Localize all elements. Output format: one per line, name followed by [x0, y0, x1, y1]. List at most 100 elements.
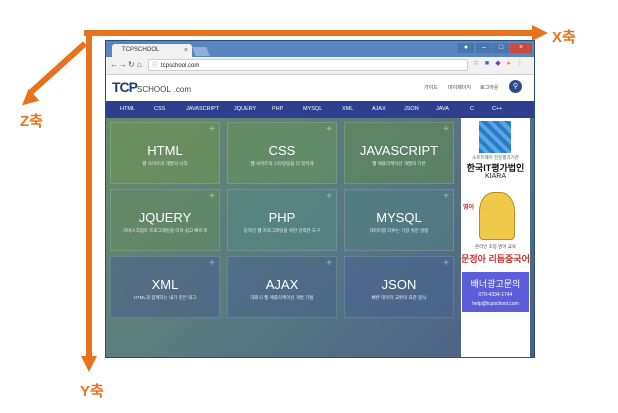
top-link-logout[interactable]: 로그아웃 — [480, 84, 498, 91]
address-bar: ← → ↻ ⌂ ⓘ tcpschool.com ☆ ■ ◆ ▸ ⋮ — [106, 57, 534, 75]
ad-kiara-graphic — [479, 121, 511, 153]
title-bar: TCPSCHOOL × ● – □ × — [106, 41, 534, 57]
tile-title: JAVASCRIPT — [359, 143, 439, 158]
menu-item-jquery[interactable]: JQUERY — [234, 101, 256, 118]
content-area: + HTML 웹 사이트의 개발의 시작 + CSS 웹 사이트의 스타일링을 … — [106, 118, 534, 357]
top-link-mypage[interactable]: 마이페이지 — [448, 84, 471, 91]
extension-icon[interactable]: ■ — [483, 60, 491, 68]
tile-mysql[interactable]: + MYSQL 데이터를 다루는 가장 쉬운 방법 — [344, 189, 454, 251]
ad-chinese-small-text: 온라인 초등 영어 교육 — [474, 244, 516, 249]
back-icon[interactable]: ← — [110, 60, 118, 70]
url-input[interactable]: ⓘ tcpschool.com — [148, 59, 468, 71]
tab-close-icon[interactable]: × — [184, 44, 188, 57]
page-info-icon[interactable]: ⓘ — [152, 60, 158, 72]
menu-item-xml[interactable]: XML — [342, 101, 353, 118]
minimize-button[interactable]: – — [476, 43, 492, 53]
tile-xml[interactable]: + XML HTML과 함께하는 내가 만든 태그 — [110, 256, 220, 318]
tile-plus-icon: + — [326, 258, 332, 269]
ad-sidebar: 소프트웨어 전문평가기관 한국IT평가법인 KIARA 영어 온라인 초등 영어… — [461, 118, 530, 357]
home-icon[interactable]: ⌂ — [137, 60, 142, 70]
forward-icon[interactable]: → — [119, 60, 127, 70]
main-menu: HTML CSS JAVASCRIPT JQUERY PHP MYSQL XML… — [106, 101, 534, 118]
tile-desc: 동적인 웹 프로그래밍을 위한 강력한 도구 — [243, 228, 321, 233]
ad-banner-chinese[interactable]: 영어 온라인 초등 영어 교육 문정아 리듬중국어 — [461, 186, 530, 271]
tile-desc: HTML과 함께하는 내가 만든 태그 — [133, 295, 197, 300]
menu-item-javascript[interactable]: JAVASCRIPT — [186, 101, 219, 118]
x-axis-arrow-head — [532, 25, 548, 41]
z-axis-arrow-head — [16, 88, 40, 112]
extension-icon-3[interactable]: ▸ — [505, 60, 513, 68]
ad-inquiry-email: help@tcpschool.com — [472, 301, 519, 307]
bookmark-star-icon[interactable]: ☆ — [472, 60, 480, 68]
close-button[interactable]: × — [510, 43, 532, 53]
x-axis-arrow-line — [84, 30, 536, 36]
tile-title: CSS — [268, 143, 296, 158]
tile-plus-icon: + — [326, 124, 332, 135]
menu-item-java[interactable]: JAVA — [436, 101, 449, 118]
tile-plus-icon: + — [443, 124, 449, 135]
tile-jquery[interactable]: + JQUERY 자바스크립트 프로그래밍을 더욱 쉽고 빠르게 — [110, 189, 220, 251]
tile-plus-icon: + — [209, 124, 215, 135]
logo-main: TCP — [112, 79, 138, 95]
tile-html[interactable]: + HTML 웹 사이트의 개발의 시작 — [110, 122, 220, 184]
y-axis-arrow-line — [86, 30, 92, 360]
y-axis-arrow-head — [81, 356, 97, 372]
menu-item-mysql[interactable]: MYSQL — [303, 101, 322, 118]
ad-banner-kiara[interactable]: 소프트웨어 전문평가기관 한국IT평가법인 KIARA — [461, 118, 530, 185]
tile-title: XML — [151, 277, 179, 292]
tile-plus-icon: + — [443, 258, 449, 269]
menu-item-cpp[interactable]: C++ — [492, 101, 502, 118]
menu-item-ajax[interactable]: AJAX — [372, 101, 386, 118]
reload-icon[interactable]: ↻ — [128, 60, 135, 70]
ad-kiara-sub: KIARA — [484, 173, 506, 180]
tile-plus-icon: + — [443, 191, 449, 202]
menu-item-php[interactable]: PHP — [272, 101, 283, 118]
tile-plus-icon: + — [209, 258, 215, 269]
new-tab-button[interactable] — [192, 47, 210, 56]
menu-icon[interactable]: ⋮ — [516, 60, 524, 68]
logo-rest: SCHOOL — [137, 85, 171, 94]
extension-icon-2[interactable]: ◆ — [494, 60, 502, 68]
tile-desc: 대화식 웹 애플리케이션 개발 기법 — [250, 295, 314, 300]
z-axis-arrow-line — [27, 41, 88, 96]
tile-desc: 웹 애플리케이션 개발의 기본 — [372, 161, 426, 166]
url-text: tcpschool.com — [161, 63, 200, 69]
tile-ajax[interactable]: + AJAX 대화식 웹 애플리케이션 개발 기법 — [227, 256, 337, 318]
tile-title: AJAX — [265, 277, 299, 292]
tile-php[interactable]: + PHP 동적인 웹 프로그래밍을 위한 강력한 도구 — [227, 189, 337, 251]
browser-window: TCPSCHOOL × ● – □ × ← → ↻ ⌂ ⓘ tcpschool.… — [105, 40, 535, 358]
tile-desc: 데이터를 다루는 가장 쉬운 방법 — [369, 228, 429, 233]
z-axis-label: Z축 — [20, 113, 43, 130]
tile-title: PHP — [268, 210, 296, 225]
top-link-guide[interactable]: 가이드 — [424, 84, 438, 91]
tile-json[interactable]: + JSON 빠른 데이터 교환의 표준 형식 — [344, 256, 454, 318]
tile-plus-icon: + — [209, 191, 215, 202]
ad-banner-inquiry[interactable]: 배너광고문의 070-4334-1744 help@tcpschool.com — [462, 272, 529, 312]
ad-chinese-title: 문정아 리듬중국어 — [461, 254, 530, 264]
tile-desc: 웹 사이트의 개발의 시작 — [142, 161, 188, 166]
tile-title: JSON — [381, 277, 417, 292]
menu-item-css[interactable]: CSS — [154, 101, 165, 118]
tile-desc: 자바스크립트 프로그래밍을 더욱 쉽고 빠르게 — [123, 228, 207, 233]
tile-title: HTML — [147, 143, 183, 158]
menu-item-json[interactable]: JSON — [404, 101, 419, 118]
maximize-button[interactable]: □ — [493, 43, 509, 53]
menu-item-c[interactable]: C — [470, 101, 474, 118]
user-icon[interactable]: ● — [458, 43, 474, 53]
tile-desc: 빠른 데이터 교환의 표준 형식 — [371, 295, 427, 300]
browser-tab[interactable]: TCPSCHOOL × — [112, 44, 192, 57]
web-page: TCPSCHOOL .com 가이드 마이페이지 로그아웃 ⚲ HTML CSS… — [106, 75, 534, 357]
site-logo[interactable]: TCPSCHOOL .com — [112, 79, 191, 95]
tab-title: TCPSCHOOL — [122, 47, 160, 53]
x-axis-label: X축 — [552, 29, 576, 46]
tile-css[interactable]: + CSS 웹 사이트의 스타일링을 더 멋지게 — [227, 122, 337, 184]
y-axis-label: Y축 — [80, 383, 104, 400]
search-icon[interactable]: ⚲ — [509, 80, 522, 93]
logo-suffix: .com — [173, 85, 192, 94]
site-header: TCPSCHOOL .com 가이드 마이페이지 로그아웃 ⚲ — [106, 75, 534, 99]
ad-inquiry-title: 배너광고문의 — [470, 279, 521, 289]
menu-item-html[interactable]: HTML — [120, 101, 135, 118]
tile-title: JQUERY — [138, 210, 192, 225]
tile-javascript[interactable]: + JAVASCRIPT 웹 애플리케이션 개발의 기본 — [344, 122, 454, 184]
tile-title: MYSQL — [376, 210, 422, 225]
